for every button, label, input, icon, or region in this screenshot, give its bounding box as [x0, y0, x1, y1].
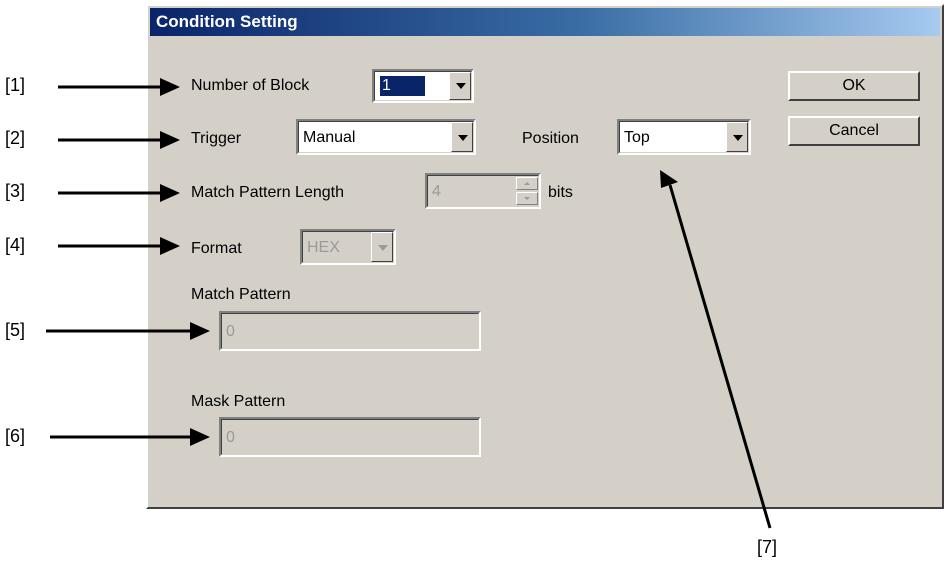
callout-arrows	[46, 78, 772, 529]
arrow-2	[58, 131, 180, 149]
arrow-6	[50, 428, 210, 446]
arrow-7	[660, 170, 772, 529]
arrow-3	[58, 184, 180, 202]
arrow-4	[58, 237, 180, 255]
arrow-1	[58, 78, 180, 96]
arrow-5	[46, 322, 210, 340]
